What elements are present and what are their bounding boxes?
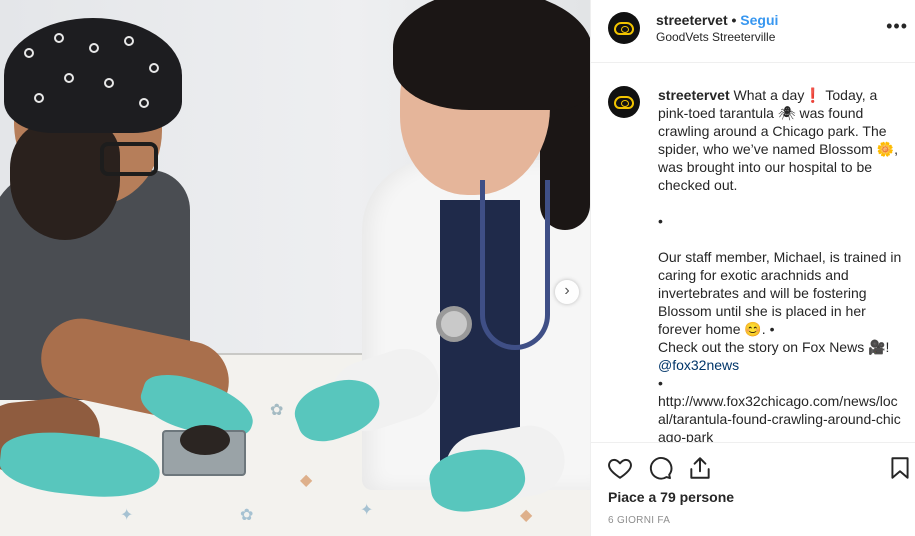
glasses [100, 142, 158, 176]
caption-paragraph-1: streetervet What a day❗️ Today, a pink-t… [658, 86, 903, 194]
chevron-right-icon: › [564, 282, 570, 299]
location-link[interactable]: GoodVets Streeterville [656, 30, 775, 44]
post-header: streetervet • Segui GoodVets Streetervil… [591, 0, 915, 63]
mention-link[interactable]: @fox32news [658, 357, 739, 373]
stethoscope [436, 306, 472, 342]
comments-area[interactable]: streetervet What a day❗️ Today, a pink-t… [591, 64, 915, 442]
post-sidebar: streetervet • Segui GoodVets Streetervil… [590, 0, 915, 536]
caption-text-3: Check out the story on Fox News 🎥! [658, 339, 890, 355]
caption-url[interactable]: http://www.fox32chicago.com/news/local/t… [658, 393, 901, 442]
more-options-icon[interactable]: ••• [886, 16, 908, 37]
comment-icon[interactable] [647, 455, 673, 481]
post-timestamp[interactable]: 6 giorni fa [608, 515, 670, 526]
header-user-line: streetervet • Segui [656, 12, 778, 28]
caption-bullet-1: • [658, 213, 663, 229]
post-actions: Piace a 79 persone 6 giorni fa [591, 442, 915, 536]
carousel-next-button[interactable]: › [555, 280, 579, 304]
likes-count[interactable]: Piace a 79 persone [608, 489, 734, 505]
follow-button[interactable]: Segui [740, 12, 778, 28]
goodvets-logo-icon [614, 95, 634, 109]
man-beard [10, 120, 120, 240]
share-icon[interactable] [687, 455, 713, 481]
caption-avatar[interactable] [608, 86, 640, 118]
post-photo[interactable]: ✿◆ ✦✿ ◆✦ ✿✦ ◆✿ ✦✿ › [0, 0, 590, 536]
bandana [4, 18, 182, 133]
tarantula [180, 425, 230, 455]
caption-username[interactable]: streetervet [658, 87, 730, 103]
stethoscope-tube [480, 180, 550, 350]
heart-icon[interactable] [607, 455, 633, 481]
separator-dot: • [731, 12, 737, 28]
avatar[interactable] [608, 12, 640, 44]
bookmark-icon[interactable] [887, 455, 913, 481]
caption-bullet-2: • [658, 375, 663, 391]
doctor-hair [393, 0, 590, 110]
caption: streetervet What a day❗️ Today, a pink-t… [658, 86, 903, 442]
header-username[interactable]: streetervet [656, 12, 728, 28]
caption-text-2: Our staff member, Michael, is trained in… [658, 249, 902, 337]
goodvets-logo-icon [614, 21, 634, 35]
